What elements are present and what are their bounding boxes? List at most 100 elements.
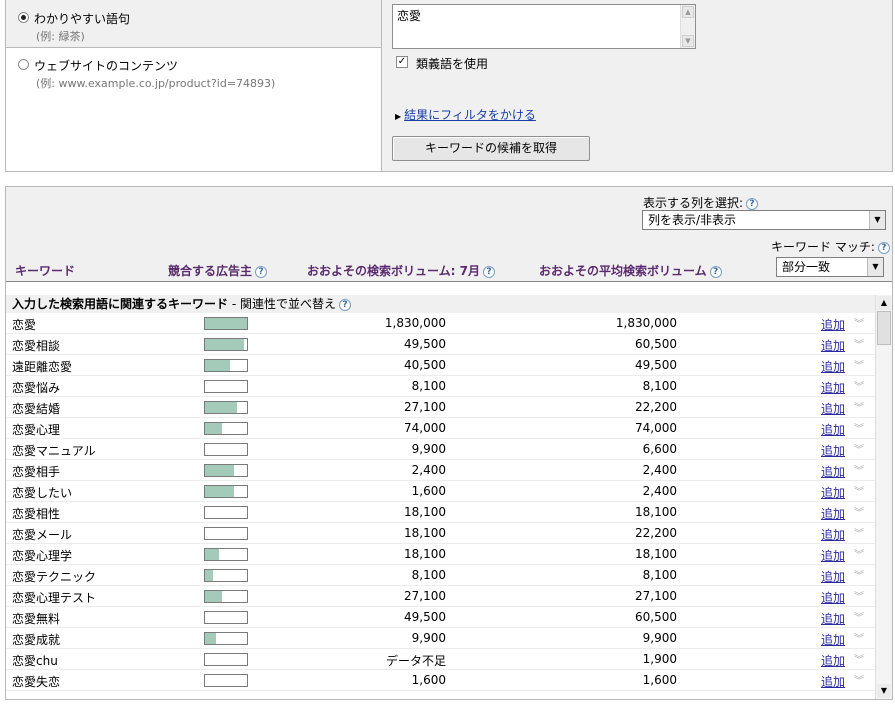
query-scrollbar[interactable]: ▲ ▼ <box>680 5 695 48</box>
volume-avg-cell: 1,830,000 <box>615 316 677 330</box>
add-keyword-link[interactable]: 追加 <box>821 505 845 522</box>
results-scrollbar[interactable]: ▲ ▼ <box>875 295 892 699</box>
double-chevron-down-icon[interactable]: ︾ <box>854 525 864 540</box>
double-chevron-down-icon[interactable]: ︾ <box>854 378 864 393</box>
add-keyword-link[interactable]: 追加 <box>821 442 845 459</box>
add-keyword-link[interactable]: 追加 <box>821 631 845 648</box>
volume-avg-cell: 8,100 <box>642 379 677 393</box>
help-icon[interactable]: ? <box>746 197 759 210</box>
volume-month-cell: 74,000 <box>404 421 446 435</box>
column-header-volume-avg[interactable]: おおよその平均検索ボリューム? <box>539 262 722 279</box>
double-chevron-down-icon[interactable]: ︾ <box>854 651 864 666</box>
synonyms-checkbox[interactable]: ✓ <box>396 56 408 68</box>
double-chevron-down-icon[interactable]: ︾ <box>854 336 864 351</box>
column-header-volume-month[interactable]: おおよその検索ボリューム: 7月? <box>307 262 495 279</box>
add-keyword-link[interactable]: 追加 <box>821 589 845 606</box>
volume-avg-cell: 74,000 <box>635 421 677 435</box>
column-select[interactable]: 列を表示/非表示 ▼ <box>642 210 886 230</box>
table-row: 恋愛結婚 27,100 22,200 追加 ︾ <box>6 397 876 418</box>
competition-bar-fill <box>205 486 234 497</box>
add-keyword-link[interactable]: 追加 <box>821 526 845 543</box>
scroll-up-icon[interactable]: ▲ <box>682 6 694 18</box>
help-icon[interactable]: ? <box>482 265 495 278</box>
competition-bar-fill <box>205 339 245 350</box>
query-textarea[interactable]: 恋愛 ▲ ▼ <box>392 4 696 49</box>
add-keyword-link[interactable]: 追加 <box>821 610 845 627</box>
help-icon[interactable]: ? <box>255 265 268 278</box>
keyword-table: 恋愛 1,830,000 1,830,000 追加 ︾ 恋愛相談 49,500 60,500 追… <box>6 313 876 691</box>
volume-month-cell: 8,100 <box>411 379 446 393</box>
volume-month-cell: 18,100 <box>404 547 446 561</box>
option-words[interactable]: わかりやすい語句 (例: 緑茶) <box>6 0 381 47</box>
double-chevron-down-icon[interactable]: ︾ <box>854 588 864 603</box>
double-chevron-down-icon[interactable]: ︾ <box>854 420 864 435</box>
scroll-down-icon[interactable]: ▼ <box>682 35 694 47</box>
add-keyword-link[interactable]: 追加 <box>821 400 845 417</box>
competition-bar <box>204 653 248 666</box>
add-keyword-link[interactable]: 追加 <box>821 337 845 354</box>
query-panel: 恋愛 ▲ ▼ ✓ 類義語を使用 ▶ 結果にフィルタをかける キーワードの候補を取得 <box>382 0 893 172</box>
option-website-label: ウェブサイトのコンテンツ <box>34 59 179 73</box>
filter-toggle[interactable]: ▶ 結果にフィルタをかける <box>395 106 536 123</box>
help-icon[interactable]: ? <box>709 265 722 278</box>
keyword-cell: 恋愛相談 <box>12 339 61 353</box>
competition-bar <box>204 422 248 435</box>
column-header-keyword[interactable]: キーワード <box>15 262 75 279</box>
competition-bar-fill <box>205 402 237 413</box>
double-chevron-down-icon[interactable]: ︾ <box>854 315 864 330</box>
double-chevron-down-icon[interactable]: ︾ <box>854 399 864 414</box>
add-keyword-link[interactable]: 追加 <box>821 652 845 669</box>
volume-month-cell: 18,100 <box>404 505 446 519</box>
option-words-hint: (例: 緑茶) <box>36 30 85 43</box>
filter-link[interactable]: 結果にフィルタをかける <box>404 108 536 122</box>
scroll-down-icon[interactable]: ▼ <box>877 684 891 698</box>
add-keyword-link[interactable]: 追加 <box>821 673 845 690</box>
add-keyword-link[interactable]: 追加 <box>821 463 845 480</box>
double-chevron-down-icon[interactable]: ︾ <box>854 462 864 477</box>
table-row: 恋愛 1,830,000 1,830,000 追加 ︾ <box>6 313 876 334</box>
table-row: 恋愛したい 1,600 2,400 追加 ︾ <box>6 481 876 502</box>
volume-month-cell: 1,600 <box>411 673 446 687</box>
radio-website[interactable] <box>18 59 29 70</box>
column-header-competition[interactable]: 競合する広告主? <box>168 262 268 279</box>
double-chevron-down-icon[interactable]: ︾ <box>854 483 864 498</box>
volume-avg-cell: 18,100 <box>635 505 677 519</box>
volume-avg-cell: 2,400 <box>642 484 677 498</box>
chevron-down-icon[interactable]: ▼ <box>869 211 885 229</box>
double-chevron-down-icon[interactable]: ︾ <box>854 567 864 582</box>
add-keyword-link[interactable]: 追加 <box>821 358 845 375</box>
scroll-up-icon[interactable]: ▲ <box>877 296 891 310</box>
add-keyword-link[interactable]: 追加 <box>821 547 845 564</box>
add-keyword-link[interactable]: 追加 <box>821 379 845 396</box>
table-row: 恋愛chu データ不足 1,900 追加 ︾ <box>6 649 876 670</box>
add-keyword-link[interactable]: 追加 <box>821 421 845 438</box>
add-keyword-link[interactable]: 追加 <box>821 316 845 333</box>
help-icon[interactable]: ? <box>338 298 351 311</box>
keyword-cell: 恋愛テクニック <box>12 570 97 584</box>
double-chevron-down-icon[interactable]: ︾ <box>854 672 864 687</box>
double-chevron-down-icon[interactable]: ︾ <box>854 609 864 624</box>
keyword-match-select[interactable]: 部分一致 ▼ <box>776 257 884 277</box>
column-select-value: 列を表示/非表示 <box>648 213 737 227</box>
double-chevron-down-icon[interactable]: ︾ <box>854 630 864 645</box>
radio-words[interactable] <box>18 12 29 23</box>
double-chevron-down-icon[interactable]: ︾ <box>854 546 864 561</box>
triangle-right-icon: ▶ <box>395 112 402 121</box>
double-chevron-down-icon[interactable]: ︾ <box>854 357 864 372</box>
volume-avg-cell: 60,500 <box>635 337 677 351</box>
scroll-thumb[interactable] <box>877 311 891 345</box>
keyword-cell: 恋愛失恋 <box>12 675 61 689</box>
double-chevron-down-icon[interactable]: ︾ <box>854 504 864 519</box>
help-icon[interactable]: ? <box>877 241 890 254</box>
option-website[interactable]: ウェブサイトのコンテンツ (例: www.example.co.jp/produ… <box>6 47 381 171</box>
table-row: 恋愛心理 74,000 74,000 追加 ︾ <box>6 418 876 439</box>
add-keyword-link[interactable]: 追加 <box>821 484 845 501</box>
get-keywords-button[interactable]: キーワードの候補を取得 <box>392 136 590 161</box>
keyword-cell: 恋愛結婚 <box>12 402 61 416</box>
competition-bar <box>204 506 248 519</box>
chevron-down-icon[interactable]: ▼ <box>867 258 883 276</box>
add-keyword-link[interactable]: 追加 <box>821 568 845 585</box>
option-words-label: わかりやすい語句 <box>34 12 131 26</box>
double-chevron-down-icon[interactable]: ︾ <box>854 441 864 456</box>
volume-avg-cell: 8,100 <box>642 568 677 582</box>
